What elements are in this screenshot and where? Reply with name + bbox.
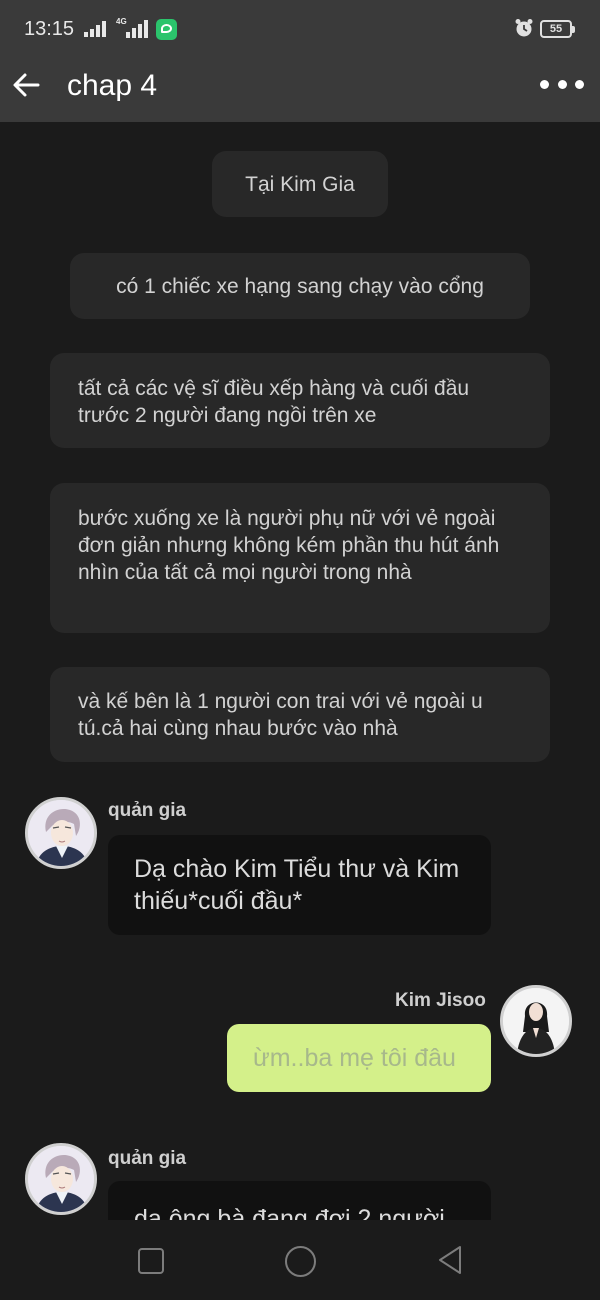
signal-icon-2 bbox=[126, 20, 148, 38]
jisoo-avatar-icon bbox=[503, 988, 569, 1054]
narration-text: và kế bên là 1 người con trai với vẻ ngo… bbox=[78, 690, 483, 740]
system-nav-bar bbox=[0, 1220, 600, 1300]
sender-name: quản gia bbox=[108, 800, 187, 821]
butler-avatar-icon bbox=[28, 800, 94, 866]
message-bubble-outgoing: ừm..ba mẹ tôi đâu bbox=[227, 1024, 491, 1092]
narration-text: tất cả các vệ sĩ điều xếp hàng và cuối đ… bbox=[78, 377, 470, 427]
message-bubble: dạ ông bà đang đợi 2 người bbox=[108, 1181, 491, 1220]
app-bar: chap 4 bbox=[0, 60, 600, 122]
home-icon[interactable] bbox=[285, 1246, 316, 1277]
message-text: Dạ chào Kim Tiểu thư và Kim thiếu*cuối đ… bbox=[134, 855, 460, 915]
avatar-kim-jisoo[interactable] bbox=[500, 985, 572, 1057]
message-text: dạ ông bà đang đợi 2 người bbox=[134, 1205, 445, 1220]
narration-bubble: tất cả các vệ sĩ điều xếp hàng và cuối đ… bbox=[50, 353, 550, 448]
alarm-icon bbox=[515, 19, 533, 37]
narration-bubble: có 1 chiếc xe hạng sang chạy vào cổng bbox=[70, 253, 530, 319]
narration-text: Tại Kim Gia bbox=[245, 173, 355, 196]
status-bar: 13:15 4G 55 bbox=[0, 0, 600, 60]
message-text: ừm..ba mẹ tôi đâu bbox=[253, 1044, 456, 1072]
app-notification-icon bbox=[156, 19, 177, 40]
nav-back-icon[interactable] bbox=[436, 1244, 464, 1276]
narration-bubble: và kế bên là 1 người con trai với vẻ ngo… bbox=[50, 667, 550, 762]
narration-bubble: Tại Kim Gia bbox=[212, 151, 388, 217]
message-bubble: Dạ chào Kim Tiểu thư và Kim thiếu*cuối đ… bbox=[108, 835, 491, 935]
back-arrow-icon[interactable] bbox=[10, 68, 44, 102]
more-options-icon[interactable] bbox=[540, 78, 584, 90]
battery-icon: 55 bbox=[540, 20, 575, 38]
sender-name: Kim Jisoo bbox=[395, 990, 486, 1011]
avatar-quan-gia[interactable] bbox=[25, 797, 97, 869]
narration-text: có 1 chiếc xe hạng sang chạy vào cổng bbox=[116, 275, 484, 298]
narration-text: bước xuống xe là người phụ nữ với vẻ ngo… bbox=[78, 507, 500, 584]
status-time: 13:15 bbox=[24, 18, 75, 40]
message-clip-area: dạ ông bà đang đợi 2 người bbox=[0, 1130, 600, 1220]
recent-apps-icon[interactable] bbox=[138, 1248, 164, 1274]
signal-icon bbox=[84, 21, 106, 37]
narration-bubble: bước xuống xe là người phụ nữ với vẻ ngo… bbox=[50, 483, 550, 633]
page-title: chap 4 bbox=[67, 69, 158, 102]
